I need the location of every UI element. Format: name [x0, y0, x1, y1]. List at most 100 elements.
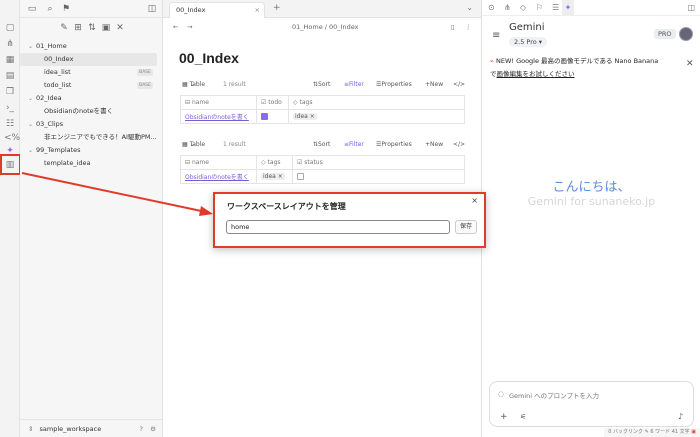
tree-folder-item[interactable]: ⌄ 01_Home — [20, 40, 163, 53]
note-link[interactable]: Obsidianのnoteを書く — [185, 174, 249, 181]
tree-folder-item[interactable]: ⌄ 02_Idea — [20, 92, 163, 105]
tree-folder-item[interactable]: ⌄ 99_Templates — [20, 144, 163, 157]
column-header[interactable]: ⊟ name — [180, 95, 257, 110]
reading-view-icon[interactable]: ▯ — [451, 20, 455, 34]
back-icon[interactable]: ⊙ — [488, 0, 495, 16]
base2-view-selector[interactable]: ▦ Table ⌄ — [182, 138, 205, 152]
folder-icon[interactable]: ▭ — [26, 3, 38, 15]
base2-properties-button[interactable]: ☰ Properties — [376, 138, 412, 152]
chevron-down-icon[interactable]: ⌄ — [28, 92, 33, 105]
new-tab-icon[interactable]: + — [273, 3, 281, 13]
tag-chip[interactable]: idea × — [261, 173, 285, 180]
column-header[interactable]: ◇ tags — [288, 95, 465, 110]
tree-file-item[interactable]: todo_list BASE — [20, 79, 163, 92]
add-icon[interactable]: + — [500, 412, 508, 422]
more-options-icon[interactable]: ⋮ — [465, 20, 472, 34]
graph-icon[interactable]: ⋔ — [4, 38, 16, 50]
tree-file-item[interactable]: template_idea — [20, 157, 163, 170]
help-icon[interactable]: ? — [140, 420, 143, 437]
plugin-status-icon[interactable]: ▣ — [691, 429, 696, 435]
base1-properties-button[interactable]: ☰ Properties — [376, 78, 412, 92]
calendar-icon[interactable]: ▤ — [4, 70, 16, 82]
tab-00-index[interactable]: 00_Index × — [169, 2, 265, 18]
search-icon[interactable]: ⌕ — [44, 3, 56, 15]
back-icon[interactable]: ← — [173, 20, 178, 34]
highlight-box-ribbon — [0, 154, 21, 175]
base2-new-button[interactable]: + New — [425, 138, 443, 152]
avatar[interactable] — [679, 27, 693, 41]
close-banner-icon[interactable]: ✕ — [686, 59, 694, 69]
base1-new-button[interactable]: + New — [425, 78, 443, 92]
column-header[interactable]: ⊟ name — [180, 155, 257, 170]
code-icon[interactable]: <% — [4, 132, 20, 144]
base-badge: BASE — [137, 69, 153, 76]
base2-code-icon[interactable]: </> — [453, 138, 465, 152]
base1-view-selector[interactable]: ▦ Table ⌄ — [182, 78, 205, 92]
right-sidebar-toggle-icon[interactable]: ◫ — [687, 0, 695, 16]
new-folder-icon[interactable]: ⊞ — [72, 22, 84, 34]
template-icon[interactable]: ☷ — [4, 118, 16, 130]
backlink-count[interactable]: 0 バックリンク — [608, 429, 643, 435]
close-all-icon[interactable]: ✕ — [114, 22, 126, 34]
vault-switcher[interactable]: ⇕ sample_workspace ? ⚙ — [20, 419, 163, 437]
base1-filter-button[interactable]: ≡ Filter — [344, 78, 364, 92]
status-checkbox[interactable] — [297, 173, 304, 180]
greeting: こんにちは、 — [552, 180, 631, 195]
chevron-down-icon[interactable]: ⌄ — [28, 144, 33, 157]
layout-name-input[interactable]: home — [226, 220, 450, 234]
list-icon[interactable]: ☰ — [552, 0, 559, 16]
base1-code-icon[interactable]: </> — [453, 78, 465, 92]
tree-file-item[interactable]: idea_list BASE — [20, 66, 163, 79]
chevron-down-icon[interactable]: ⌄ — [28, 118, 33, 131]
files-icon[interactable]: ▢ — [4, 22, 16, 34]
sidebar-toggle-icon[interactable]: ◫ — [146, 3, 158, 15]
todo-checkbox[interactable] — [261, 113, 268, 120]
tree-file-item[interactable]: 00_Index — [20, 53, 157, 66]
new-note-icon[interactable]: ✎ — [58, 22, 70, 34]
prompt-input[interactable]: Gemini へのプロンプトを入力 — [509, 390, 599, 400]
model-selector[interactable]: 2.5 Pro ▾ — [509, 37, 548, 47]
save-button[interactable]: 保存 — [455, 220, 477, 234]
note-link[interactable]: Obsidianのnoteを書く — [185, 114, 249, 121]
menu-icon[interactable]: ≡ — [492, 30, 500, 41]
base2-filter-button[interactable]: ≡ Filter — [344, 138, 364, 152]
promo-text: NEW! Google 最高の画像モデルである Nano Banana — [496, 57, 659, 65]
bookmark-icon[interactable]: ⚐ — [536, 0, 543, 16]
gemini-tab-icon[interactable]: ✦ — [562, 0, 574, 16]
column-header[interactable]: ☑ todo — [256, 95, 289, 110]
settings-icon[interactable]: ⚙ — [150, 420, 156, 437]
outline-icon[interactable]: ⋔ — [504, 0, 511, 16]
base1-sort-button[interactable]: ⇅ Sort — [313, 78, 330, 92]
column-header[interactable]: ◇ tags — [256, 155, 293, 170]
base2-toolbar: ▦ Table ⌄ 1 result ⇅ Sort ≡ Filter ☰ Pro… — [182, 138, 465, 152]
copy-icon[interactable]: ❐ — [4, 86, 16, 98]
table-header-row: ⊟ name ☑ todo ◇ tags — [180, 95, 465, 110]
chevron-down-icon[interactable]: ⌄ — [28, 40, 33, 53]
column-header[interactable]: ☑ status — [292, 155, 465, 170]
collapse-icon[interactable]: ▣ — [100, 22, 112, 34]
sort-icon[interactable]: ⇅ — [86, 22, 98, 34]
tag-icon[interactable]: ◇ — [520, 0, 526, 16]
canvas-icon[interactable]: ▦ — [4, 54, 16, 66]
bookmark-icon[interactable]: ⚑ — [60, 3, 72, 15]
tree-item-label: todo_list — [44, 81, 72, 89]
close-modal-icon[interactable]: × — [471, 196, 478, 205]
tag-chip[interactable]: idea × — [293, 113, 317, 120]
close-tab-icon[interactable]: × — [255, 3, 260, 18]
word-count: 6 ワード — [650, 429, 671, 435]
tree-file-item[interactable]: Obsidianのnoteを書く — [20, 105, 163, 118]
workspace-name: sample_workspace — [39, 425, 102, 433]
tree-folder-item[interactable]: ⌄ 03_Clips — [20, 118, 163, 131]
prompt-box[interactable]: ◌ Gemini へのプロンプトを入力 + ⚟ ♪ — [489, 381, 694, 427]
terminal-icon[interactable]: ›_ — [4, 102, 16, 114]
tab-list-icon[interactable]: ⌄ — [466, 3, 473, 12]
vault-switch-icon: ⇕ — [28, 425, 34, 433]
tree-file-item[interactable]: 非エンジニアでもできる！AI駆動PM... — [20, 131, 163, 144]
base2-sort-button[interactable]: ⇅ Sort — [313, 138, 330, 152]
mic-icon[interactable]: ♪ — [678, 412, 683, 421]
file-explorer: ▭ ⌕ ⚑ ◫ ✎ ⊞ ⇅ ▣ ✕ ⌄ 01_Home 00_Index idea_l… — [20, 0, 163, 437]
tools-icon[interactable]: ⚟ — [520, 413, 526, 421]
forward-icon[interactable]: → — [187, 20, 192, 34]
tree-item-label: Obsidianのnoteを書く — [44, 107, 114, 115]
promo-link[interactable]: 画像編集をお試しください — [497, 70, 575, 78]
